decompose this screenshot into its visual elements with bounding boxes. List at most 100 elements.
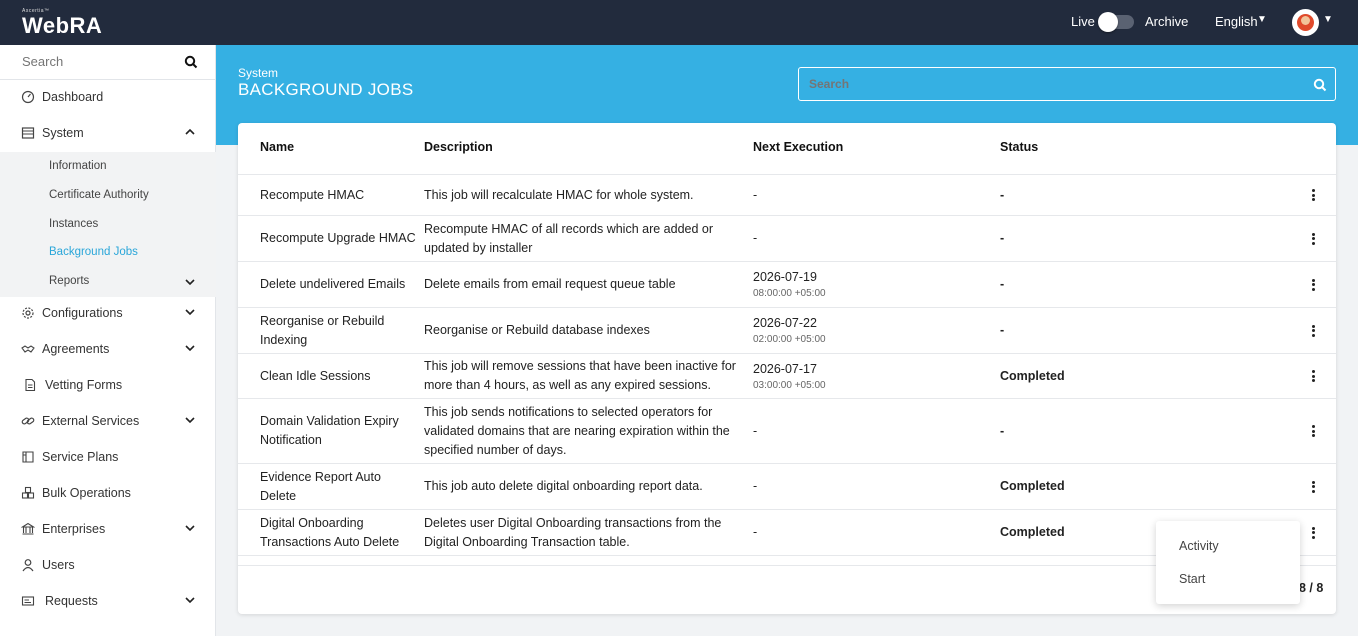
column-header-description[interactable]: Description [424, 140, 493, 154]
search-input[interactable] [809, 77, 1289, 91]
chevron-up-icon[interactable] [184, 126, 196, 138]
chevron-down-icon[interactable] [184, 342, 196, 354]
handshake-icon [21, 345, 35, 353]
row-actions-menu: Activity Start [1156, 521, 1300, 604]
chevron-down-icon[interactable] [184, 306, 196, 318]
job-name: Digital Onboarding Transactions Auto Del… [260, 515, 400, 549]
sidebar-item-bulk-operations[interactable]: Bulk Operations [0, 478, 216, 508]
next-date: - [753, 187, 758, 202]
sidebar-item-system[interactable]: System [0, 118, 216, 148]
table-row[interactable]: Recompute HMAC This job will recalculate … [238, 175, 1336, 216]
job-name: Recompute Upgrade HMAC [260, 231, 416, 245]
sidebar-subitem-background-jobs[interactable]: Background Jobs [49, 246, 138, 258]
bulk-icon [21, 486, 35, 499]
link-icon [21, 417, 35, 425]
table-row[interactable]: Recompute Upgrade HMAC Recompute HMAC of … [238, 216, 1336, 262]
chevron-down-icon[interactable] [184, 276, 196, 288]
more-vertical-icon[interactable] [1305, 187, 1321, 203]
chevron-down-icon[interactable] [184, 594, 196, 606]
gear-icon [22, 307, 34, 319]
more-vertical-icon[interactable] [1305, 368, 1321, 384]
sidebar-item-enterprises[interactable]: Enterprises [0, 514, 216, 544]
more-vertical-icon[interactable] [1305, 479, 1321, 495]
table-row[interactable]: Evidence Report Auto Delete This job auto… [238, 464, 1336, 510]
sidebar-item-agreements[interactable]: Agreements [0, 334, 216, 364]
sidebar-search-input[interactable] [22, 54, 172, 69]
sidebar-subitem-information[interactable]: Information [49, 160, 107, 172]
sidebar-item-vetting-forms[interactable]: Vetting Forms [0, 370, 216, 400]
more-vertical-icon[interactable] [1305, 277, 1321, 293]
job-description: Recompute HMAC of all records which are … [424, 221, 714, 255]
requests-icon [21, 596, 35, 606]
job-next-execution: 2026-07-19 08:00:00 +05:00 [753, 262, 973, 307]
sidebar-item-users[interactable]: Users [0, 550, 216, 580]
live-label: Live [1071, 14, 1095, 29]
job-status: - [1000, 423, 1005, 438]
sidebar-item-label: External Services [42, 414, 140, 428]
sidebar-subitem-reports[interactable]: Reports [49, 275, 89, 287]
sidebar-item-external-services[interactable]: External Services [0, 406, 216, 436]
system-submenu: Information Certificate Authority Instan… [0, 152, 216, 297]
sidebar-item-dashboard[interactable]: Dashboard [0, 82, 216, 112]
job-description: This job will remove sessions that have … [424, 359, 736, 392]
sidebar-subitem-certificate-authority[interactable]: Certificate Authority [49, 189, 149, 201]
job-status: - [1000, 323, 1005, 337]
sidebar-item-service-plans[interactable]: Service Plans [0, 442, 216, 472]
job-description: Deletes user Digital Onboarding transact… [424, 515, 722, 549]
sidebar-item-label: Configurations [42, 306, 123, 320]
next-date: - [753, 231, 758, 245]
brand-name: WebRA [22, 13, 103, 38]
avatar[interactable] [1292, 9, 1319, 36]
menu-item-activity[interactable]: Activity [1179, 539, 1219, 553]
caret-down-icon[interactable]: ▼ [1323, 14, 1333, 25]
job-status: Completed [1000, 368, 1065, 383]
table-row[interactable]: Clean Idle Sessions This job will remove … [238, 354, 1336, 399]
job-description: Reorganise or Rebuild database indexes [424, 323, 650, 337]
job-status: - [1000, 231, 1005, 245]
job-name: Reorganise or Rebuild Indexing [260, 313, 385, 347]
more-vertical-icon[interactable] [1305, 323, 1321, 339]
sidebar-item-label: System [42, 126, 84, 140]
search-icon[interactable] [184, 55, 198, 69]
sidebar-item-label: Dashboard [42, 90, 104, 104]
language-selector[interactable]: English [1215, 14, 1258, 29]
job-next-execution: - [753, 464, 973, 509]
table-row[interactable]: Delete undelivered Emails Delete emails f… [238, 262, 1336, 308]
page-title: BACKGROUND JOBS [238, 80, 414, 99]
chevron-down-icon[interactable] [184, 522, 196, 534]
table-row[interactable]: Reorganise or Rebuild Indexing Reorganise… [238, 308, 1336, 354]
menu-item-start[interactable]: Start [1179, 572, 1205, 586]
next-date: 2026-07-17 [753, 361, 817, 376]
sidebar-item-label: Enterprises [42, 522, 106, 536]
more-vertical-icon[interactable] [1305, 423, 1321, 439]
user-icon [22, 559, 34, 572]
service-plans-icon [22, 451, 34, 463]
sidebar-item-configurations[interactable]: Configurations [0, 298, 216, 328]
caret-down-icon[interactable]: ▼ [1257, 14, 1267, 25]
column-header-status[interactable]: Status [1000, 140, 1038, 154]
more-vertical-icon[interactable] [1305, 231, 1321, 247]
next-date: 2026-07-19 [753, 270, 817, 284]
column-header-next-execution[interactable]: Next Execution [753, 140, 843, 154]
more-vertical-icon[interactable] [1305, 525, 1321, 541]
live-archive-toggle[interactable] [1098, 12, 1134, 32]
sidebar-item-requests[interactable]: Requests [0, 586, 216, 616]
sidebar-subitem-instances[interactable]: Instances [49, 218, 98, 230]
next-time: 08:00:00 +05:00 [753, 288, 826, 299]
breadcrumb[interactable]: System [238, 66, 278, 80]
table-row[interactable]: Domain Validation Expiry Notification Thi… [238, 399, 1336, 464]
next-date: - [753, 423, 758, 438]
column-header-name[interactable]: Name [260, 140, 294, 154]
search-icon[interactable] [1313, 78, 1327, 92]
sidebar: Dashboard System Information Certificate… [0, 45, 216, 636]
app-logo[interactable]: Ascertia™ WebRA [22, 8, 102, 38]
job-next-execution: - [753, 216, 973, 261]
job-name: Recompute HMAC [260, 187, 365, 202]
next-date: - [753, 525, 758, 539]
chevron-down-icon[interactable] [184, 414, 196, 426]
next-date: - [753, 479, 758, 493]
job-name: Delete undelivered Emails [260, 277, 406, 291]
top-bar: Ascertia™ WebRA Live Archive English ▼ ▼ [0, 0, 1358, 45]
sidebar-item-label: Requests [45, 594, 98, 608]
toggle-knob [1098, 12, 1118, 32]
